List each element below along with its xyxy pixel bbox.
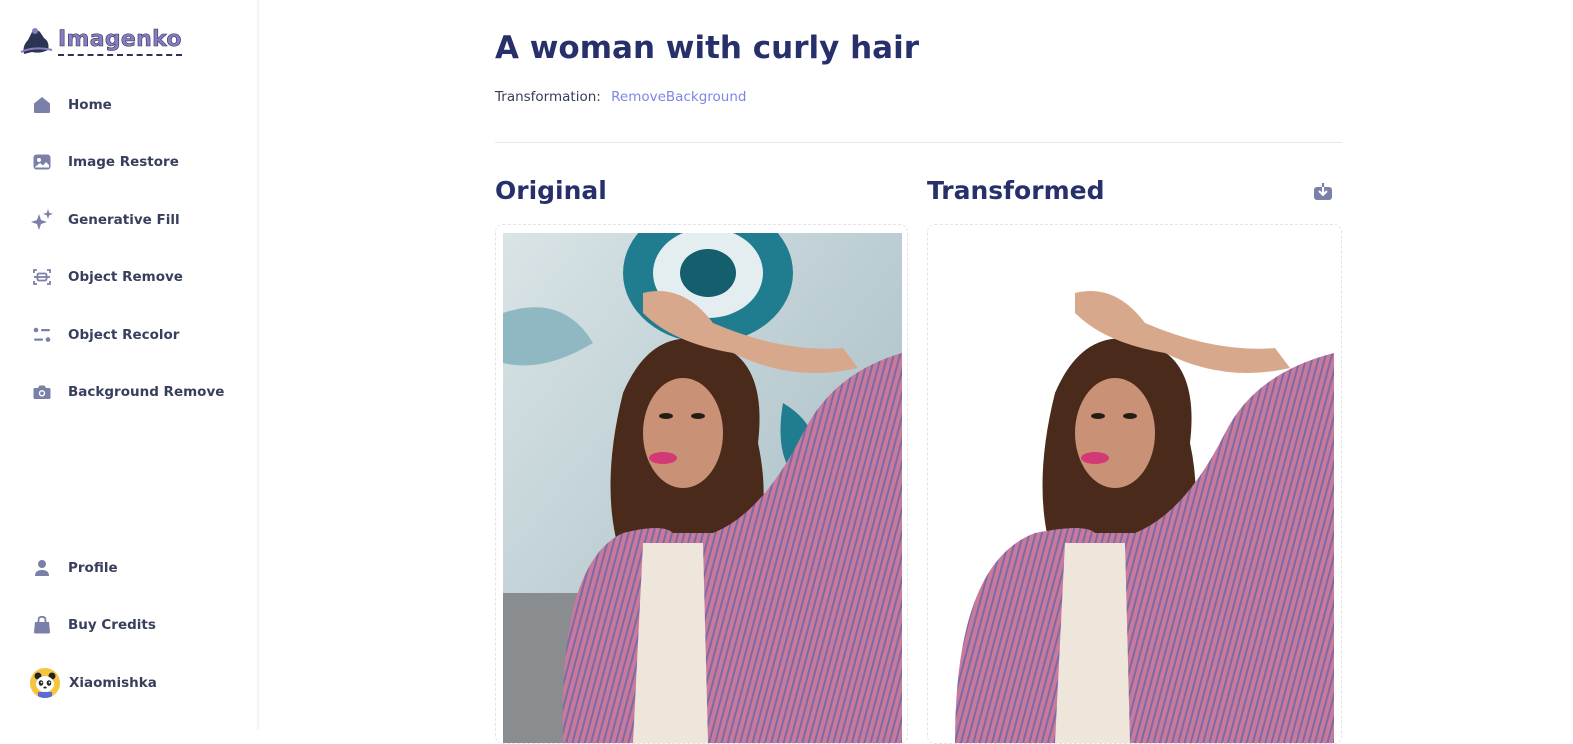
app-name: Imagenko bbox=[58, 26, 182, 56]
original-image bbox=[503, 233, 902, 743]
avatar bbox=[30, 667, 60, 698]
transformation-info: Transformation: RemoveBackground bbox=[495, 89, 746, 105]
sidebar-item-home[interactable]: Home bbox=[30, 88, 224, 122]
bag-icon bbox=[30, 613, 54, 637]
sidebar-item-object-remove[interactable]: Object Remove bbox=[30, 260, 224, 294]
sidebar-item-label: Background Remove bbox=[68, 383, 225, 400]
user-menu[interactable]: Xiaomishka bbox=[30, 666, 157, 700]
sparkles-icon bbox=[30, 208, 54, 232]
camera-icon bbox=[30, 380, 54, 404]
divider bbox=[495, 142, 1342, 143]
user-name: Xiaomishka bbox=[69, 674, 157, 691]
home-icon bbox=[30, 93, 54, 117]
sidebar-item-buy-credits[interactable]: Buy Credits bbox=[30, 608, 157, 642]
original-image-frame bbox=[495, 224, 908, 744]
original-heading: Original bbox=[495, 176, 607, 205]
sidebar-item-image-restore[interactable]: Image Restore bbox=[30, 145, 224, 179]
user-icon bbox=[30, 556, 54, 580]
logo-icon bbox=[20, 28, 53, 54]
page-title: A woman with curly hair bbox=[495, 30, 920, 66]
sidebar-item-label: Object Remove bbox=[68, 269, 183, 286]
image-icon bbox=[30, 150, 54, 174]
sidebar: Imagenko Home Image Restore Generative F… bbox=[0, 0, 259, 730]
sidebar-item-label: Object Recolor bbox=[68, 326, 180, 343]
sidebar-item-label: Home bbox=[68, 97, 112, 113]
scan-icon bbox=[30, 265, 54, 289]
sidebar-item-label: Image Restore bbox=[68, 154, 179, 171]
app-logo[interactable]: Imagenko bbox=[18, 24, 182, 58]
sidebar-item-generative-fill[interactable]: Generative Fill bbox=[30, 203, 224, 237]
panda-avatar-icon bbox=[30, 667, 60, 698]
transformed-image bbox=[935, 233, 1334, 743]
download-icon[interactable] bbox=[1312, 181, 1334, 203]
filter-icon bbox=[30, 323, 54, 347]
sidebar-item-profile[interactable]: Profile bbox=[30, 551, 157, 585]
transformation-label: Transformation: bbox=[495, 89, 601, 105]
transformed-heading: Transformed bbox=[927, 176, 1105, 205]
transformation-value: RemoveBackground bbox=[611, 89, 747, 105]
sidebar-item-label: Profile bbox=[68, 560, 118, 576]
main-nav: Home Image Restore Generative Fill Objec… bbox=[30, 88, 224, 432]
account-nav: Profile Buy Credits Xiaomishka bbox=[30, 551, 157, 723]
transformed-image-frame bbox=[927, 224, 1342, 744]
sidebar-item-object-recolor[interactable]: Object Recolor bbox=[30, 318, 224, 352]
sidebar-item-label: Buy Credits bbox=[68, 617, 156, 634]
sidebar-item-background-remove[interactable]: Background Remove bbox=[30, 375, 224, 409]
sidebar-item-label: Generative Fill bbox=[68, 211, 180, 228]
